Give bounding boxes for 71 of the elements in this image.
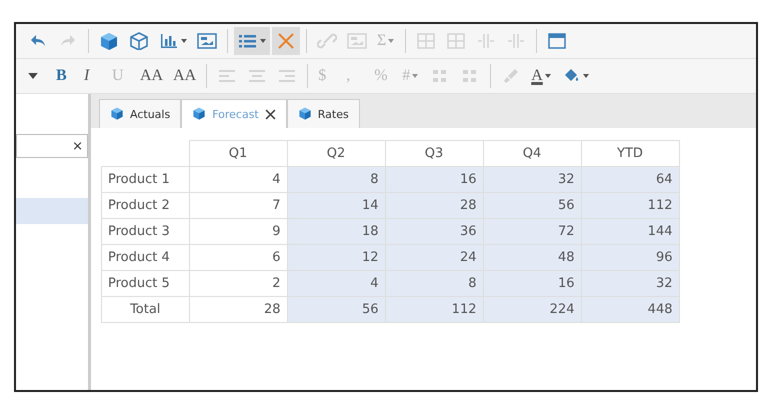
table-cell: 36 <box>385 218 483 244</box>
table-cell: 18 <box>287 218 385 244</box>
cube-icon <box>298 107 312 121</box>
table-cell: 224 <box>483 296 581 322</box>
table-cell: 448 <box>581 296 679 322</box>
table-cell: 32 <box>483 166 581 192</box>
column-icon <box>506 32 526 50</box>
link-icon <box>317 32 337 50</box>
row-header: Product 2 <box>102 192 189 218</box>
image-icon <box>197 32 217 50</box>
image-icon <box>347 32 367 50</box>
tab-label: Forecast <box>212 108 259 120</box>
table-cell: 72 <box>483 218 581 244</box>
table-cell: 64 <box>581 166 679 192</box>
table-cell: 56 <box>287 296 385 322</box>
grid-icon <box>446 32 466 50</box>
tab-label: Rates <box>318 108 349 120</box>
table-cell: 56 <box>483 192 581 218</box>
format-button[interactable]: AA <box>169 62 200 90</box>
sheet-tab[interactable]: Rates <box>286 99 360 128</box>
caret-icon <box>28 73 38 79</box>
clear-button[interactable]: × <box>72 138 83 154</box>
table-cell: 16 <box>385 166 483 192</box>
align-center-icon <box>247 67 268 85</box>
table-cell: 4 <box>287 270 385 296</box>
table-cell: 14 <box>287 192 385 218</box>
table-cell: 112 <box>385 296 483 322</box>
bar-chart-icon <box>159 32 179 50</box>
cube-outline-icon <box>129 32 149 50</box>
align-right-icon <box>277 67 298 85</box>
grid-icon <box>416 32 436 50</box>
cross-icon <box>276 32 296 50</box>
column-header: Q1 <box>189 140 287 166</box>
row-header: Product 5 <box>102 270 189 296</box>
table-cell: 9 <box>189 218 287 244</box>
search-field[interactable]: × <box>16 134 88 158</box>
table-cell: 96 <box>581 244 679 270</box>
cube-icon <box>192 107 206 121</box>
cube-icon <box>110 107 124 121</box>
table-cell: 28 <box>189 296 287 322</box>
table-cell: 4 <box>189 166 287 192</box>
sheet-tab[interactable]: Actuals <box>99 99 182 128</box>
list-icon <box>238 32 258 50</box>
table-cell: 48 <box>483 244 581 270</box>
align-left-icon <box>217 67 238 85</box>
row-header: Total <box>102 296 189 322</box>
table-cell: 2 <box>189 270 287 296</box>
table-cell: 8 <box>385 270 483 296</box>
cube-icon <box>99 32 119 50</box>
row-header: Product 3 <box>102 218 189 244</box>
window-icon <box>547 32 567 50</box>
tab-label: Actuals <box>130 108 170 120</box>
table-cell: 112 <box>581 192 679 218</box>
format-button[interactable]: A <box>527 62 555 90</box>
table-cell: 12 <box>287 244 385 270</box>
table-cell: 24 <box>385 244 483 270</box>
table-cell: 6 <box>189 244 287 270</box>
table-cell: 144 <box>581 218 679 244</box>
column-icon <box>476 32 496 50</box>
row-header: Product 1 <box>102 166 189 192</box>
table-cell: 32 <box>581 270 679 296</box>
format-button[interactable]: I <box>80 62 106 90</box>
format-button[interactable]: B <box>52 62 78 90</box>
sidebar-item[interactable] <box>16 198 88 224</box>
format-button[interactable]: AA <box>136 62 168 90</box>
row-header: Product 4 <box>102 244 189 270</box>
table-cell: 16 <box>483 270 581 296</box>
table-cell: 28 <box>385 192 483 218</box>
close-icon[interactable] <box>264 108 276 120</box>
table-cell: 7 <box>189 192 287 218</box>
table-cell: 8 <box>287 166 385 192</box>
